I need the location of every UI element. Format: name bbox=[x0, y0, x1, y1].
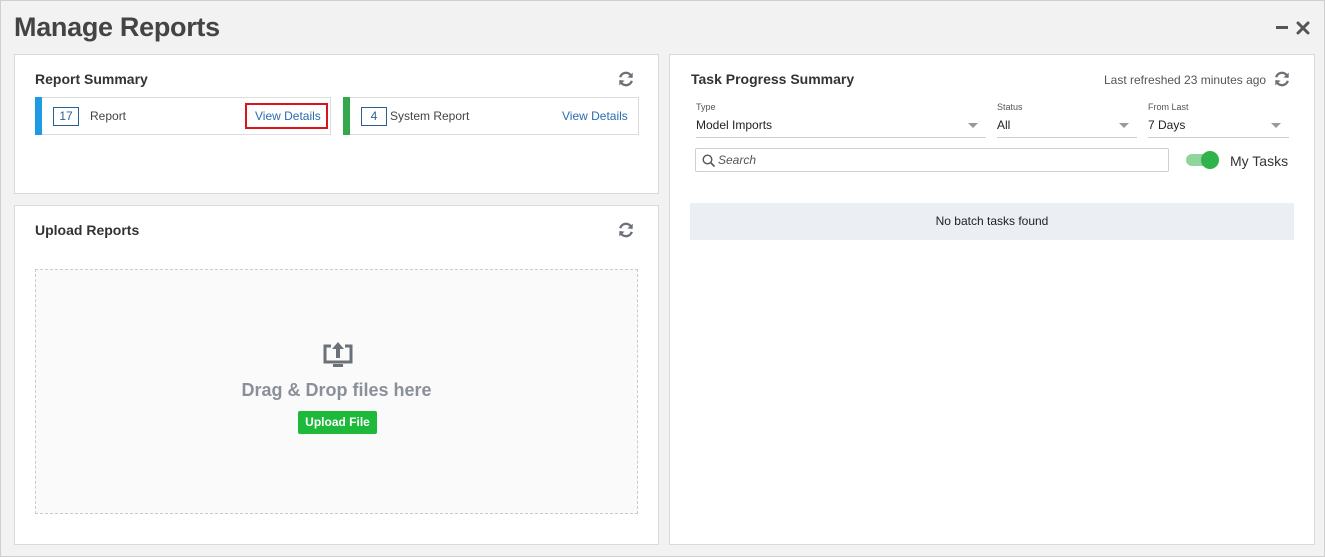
from-last-select[interactable]: From Last 7 Days bbox=[1148, 102, 1289, 138]
status-value: All bbox=[997, 118, 1011, 132]
type-value: Model Imports bbox=[696, 118, 773, 132]
task-progress-title: Task Progress Summary bbox=[691, 71, 855, 87]
page-title: Manage Reports bbox=[14, 12, 220, 42]
system-report-view-details-link[interactable]: View Details bbox=[562, 109, 628, 123]
chevron-down-icon bbox=[968, 123, 978, 128]
dropzone-text: Drag & Drop files here bbox=[241, 380, 432, 400]
file-dropzone[interactable]: Drag & Drop files here Upload File bbox=[35, 269, 638, 514]
upload-reports-title: Upload Reports bbox=[35, 222, 140, 238]
system-report-card-accent bbox=[343, 97, 350, 135]
report-card: 17 Report View Details bbox=[35, 97, 331, 135]
search-icon bbox=[702, 154, 715, 167]
type-label: Type bbox=[696, 102, 716, 112]
search-input[interactable] bbox=[718, 151, 1158, 169]
system-report-count-badge: 4 bbox=[361, 107, 387, 126]
report-summary-panel: Report Summary 17 Report View Details 4 … bbox=[14, 54, 659, 194]
report-count-badge: 17 bbox=[53, 107, 79, 126]
report-card-label: Report bbox=[90, 109, 127, 123]
refresh-icon[interactable] bbox=[617, 70, 635, 88]
refresh-icon[interactable] bbox=[1273, 70, 1291, 88]
status-label: Status bbox=[997, 102, 1023, 112]
from-last-value: 7 Days bbox=[1148, 118, 1186, 132]
close-icon[interactable] bbox=[1296, 17, 1310, 35]
minimize-icon[interactable] bbox=[1276, 17, 1288, 29]
refresh-icon[interactable] bbox=[617, 221, 635, 239]
toggle-knob bbox=[1201, 151, 1219, 169]
task-progress-panel: Task Progress Summary Last refreshed 23 … bbox=[669, 54, 1315, 545]
report-summary-title: Report Summary bbox=[35, 71, 148, 87]
empty-state-message: No batch tasks found bbox=[690, 203, 1294, 240]
search-field bbox=[695, 148, 1169, 172]
from-last-label: From Last bbox=[1148, 102, 1189, 112]
last-refreshed-text: Last refreshed 23 minutes ago bbox=[1104, 73, 1267, 87]
my-tasks-label: My Tasks bbox=[1230, 153, 1289, 169]
system-report-card: 4 System Report View Details bbox=[343, 97, 639, 135]
system-report-card-label: System Report bbox=[390, 109, 470, 123]
manage-reports-window: Manage Reports Report Summary 17 Report … bbox=[0, 0, 1325, 557]
upload-reports-panel: Upload Reports Drag & Drop files here Up… bbox=[14, 205, 659, 545]
chevron-down-icon bbox=[1119, 123, 1129, 128]
type-select[interactable]: Type Model Imports bbox=[696, 102, 986, 138]
my-tasks-toggle[interactable] bbox=[1184, 151, 1220, 169]
upload-file-button[interactable]: Upload File bbox=[298, 411, 377, 434]
status-select[interactable]: Status All bbox=[997, 102, 1137, 138]
report-card-accent bbox=[35, 97, 42, 135]
chevron-down-icon bbox=[1271, 123, 1281, 128]
view-details-highlight bbox=[245, 103, 328, 129]
upload-icon bbox=[322, 340, 354, 370]
